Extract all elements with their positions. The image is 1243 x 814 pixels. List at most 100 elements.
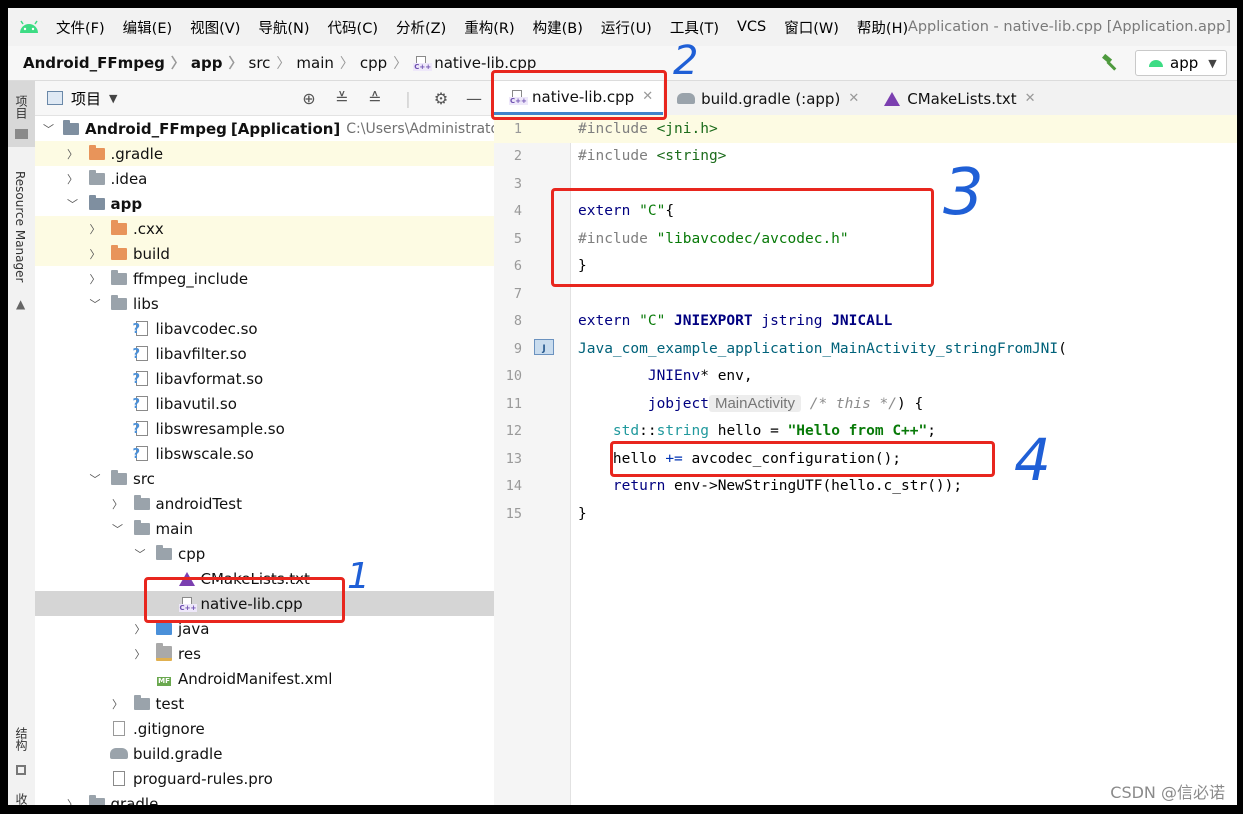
chevron-down-icon[interactable]: ﹀	[66, 196, 80, 212]
tree-item[interactable]: ﹀ app	[35, 191, 494, 216]
menu-file[interactable]: 文件(F)	[56, 17, 105, 38]
breadcrumb-app[interactable]: app 〉	[191, 53, 243, 73]
tree-item[interactable]: ? libswscale.so	[35, 441, 494, 466]
menu-navigate[interactable]: 导航(N)	[258, 17, 309, 38]
tree-item[interactable]: ﹀ cpp	[35, 541, 494, 566]
chevron-right-icon[interactable]: 〉	[88, 271, 102, 287]
breadcrumb-label: src	[248, 54, 271, 72]
chevron-right-icon[interactable]: 〉	[133, 646, 147, 662]
tree-item[interactable]: ﹀ Android_FFmpeg [Application] C:\Users\Adm…	[35, 116, 494, 141]
chevron-right-icon[interactable]: 〉	[88, 221, 102, 237]
chevron-right-icon: 〉	[393, 56, 408, 72]
tree-item[interactable]: 〉 ffmpeg_include	[35, 266, 494, 291]
menu-code[interactable]: 代码(C)	[328, 17, 378, 38]
locate-icon[interactable]: ⊕	[297, 88, 321, 108]
jni-navigation-icon[interactable]: J	[534, 339, 554, 355]
menu-window[interactable]: 窗口(W)	[784, 17, 839, 38]
tree-item-label: androidTest	[155, 494, 242, 513]
tree-item[interactable]: ? libswresample.so	[35, 416, 494, 441]
tree-item[interactable]: 〉 androidTest	[35, 491, 494, 516]
chevron-right-icon: 〉	[276, 56, 291, 72]
editor-tab[interactable]: CMakeLists.txt ✕	[869, 82, 1045, 115]
chevron-down-icon[interactable]: ﹀	[88, 471, 102, 487]
chevron-down-icon[interactable]: ﹀	[111, 521, 125, 537]
folder-icon	[15, 129, 28, 139]
hide-icon[interactable]: —	[462, 88, 486, 108]
menu-edit[interactable]: 编辑(E)	[123, 17, 172, 38]
tree-item-label: res	[178, 644, 201, 663]
menu-refactor[interactable]: 重构(R)	[464, 17, 514, 38]
breadcrumb-main[interactable]: main 〉	[296, 53, 353, 73]
android-logo-icon	[16, 17, 42, 37]
tree-item-label: libavutil.so	[155, 394, 237, 413]
breadcrumb-cpp[interactable]: cpp 〉	[360, 53, 407, 73]
code-text: #include <string>	[578, 148, 726, 164]
project-panel: 项目 ▼ ⊕ ≚ ≙ | ⚙ — ﹀ Android_FFmpeg [Applica…	[35, 81, 495, 805]
chevron-down-icon[interactable]: ﹀	[133, 546, 147, 562]
project-view-select[interactable]: 项目	[71, 88, 101, 109]
close-icon[interactable]: ✕	[1025, 91, 1036, 106]
tree-item[interactable]: ? libavcodec.so	[35, 316, 494, 341]
tree-item[interactable]: 〉 .gradle	[35, 141, 494, 166]
tree-item[interactable]: ﹀ libs	[35, 291, 494, 316]
tree-item[interactable]: ? libavformat.so	[35, 366, 494, 391]
editor-tab[interactable]: build.gradle (:app) ✕	[663, 82, 869, 115]
resource-manager-tool-button[interactable]: Resource Manager	[13, 171, 27, 282]
expand-all-icon[interactable]: ≚	[330, 88, 354, 108]
menu-view[interactable]: 视图(V)	[190, 17, 240, 38]
gradle-icon	[677, 93, 696, 104]
tree-item[interactable]: ? libavutil.so	[35, 391, 494, 416]
code-text: #include <jni.h>	[578, 121, 718, 137]
chevron-right-icon[interactable]: 〉	[66, 796, 80, 806]
tree-item-label: test	[155, 694, 185, 713]
excluded-folder-icon	[111, 219, 127, 235]
collapse-all-icon[interactable]: ≙	[363, 88, 387, 108]
tree-item[interactable]: 〉 test	[35, 691, 494, 716]
code-token: <jni.h>	[656, 120, 718, 137]
hammer-icon[interactable]	[1095, 50, 1125, 76]
breadcrumb-project[interactable]: Android_FFmpeg 〉	[23, 53, 185, 73]
chevron-right-icon[interactable]: 〉	[133, 621, 147, 637]
menu-build[interactable]: 构建(B)	[533, 17, 583, 38]
menu-tools[interactable]: 工具(T)	[670, 17, 719, 38]
tree-item[interactable]: proguard-rules.pro	[35, 766, 494, 791]
tree-item[interactable]: 〉 .idea	[35, 166, 494, 191]
menu-analyze[interactable]: 分析(Z)	[396, 17, 446, 38]
menu-vcs[interactable]: VCS	[737, 19, 766, 35]
favorites-tool-button[interactable]: 收	[13, 793, 30, 805]
line-number: 5	[513, 230, 522, 247]
folder-icon	[111, 269, 127, 285]
structure-tool-button[interactable]: 结构	[13, 727, 30, 751]
chevron-down-icon[interactable]: ﹀	[43, 121, 54, 137]
tree-item[interactable]: 〉 gradle	[35, 791, 494, 805]
chevron-right-icon[interactable]: 〉	[88, 246, 102, 262]
menu-help[interactable]: 帮助(H)	[857, 17, 908, 38]
chevron-right-icon[interactable]: 〉	[111, 496, 125, 512]
tree-item-label: libavfilter.so	[155, 344, 247, 363]
shapes-icon: ▲	[16, 297, 26, 311]
menu-run[interactable]: 运行(U)	[601, 17, 652, 38]
annotation-number-1: 1	[347, 556, 370, 597]
project-tool-button[interactable]: 项目	[8, 81, 35, 147]
breadcrumb-src[interactable]: src 〉	[249, 53, 291, 73]
tree-item[interactable]: ﹀ main	[35, 516, 494, 541]
tree-item[interactable]: MF AndroidManifest.xml	[35, 666, 494, 691]
gear-icon[interactable]: ⚙	[429, 88, 453, 108]
code-line: 15}	[494, 500, 1237, 528]
chevron-right-icon[interactable]: 〉	[66, 171, 80, 187]
tree-item[interactable]: build.gradle	[35, 741, 494, 766]
tree-item[interactable]: 〉 res	[35, 641, 494, 666]
tree-item[interactable]: ? libavfilter.so	[35, 341, 494, 366]
chevron-down-icon[interactable]: ﹀	[88, 296, 102, 312]
tree-item[interactable]: .gitignore	[35, 716, 494, 741]
run-config-select[interactable]: app ▼	[1135, 50, 1227, 76]
dropdown-arrow-icon[interactable]: ▼	[109, 92, 117, 105]
tree-item[interactable]: 〉 .cxx	[35, 216, 494, 241]
chevron-right-icon[interactable]: 〉	[111, 696, 125, 712]
chevron-right-icon[interactable]: 〉	[66, 146, 80, 162]
tree-item[interactable]: 〉 build	[35, 241, 494, 266]
close-icon[interactable]: ✕	[848, 91, 859, 106]
tree-item[interactable]: ﹀ src	[35, 466, 494, 491]
line-number: 4	[513, 203, 522, 220]
